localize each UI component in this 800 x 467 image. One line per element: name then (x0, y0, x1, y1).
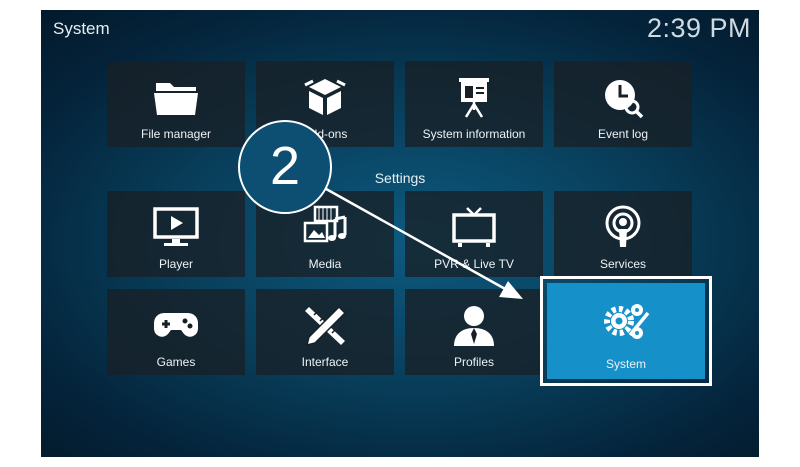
media-icon (303, 205, 347, 243)
presentation-icon (459, 78, 489, 118)
tile-games[interactable]: Games (107, 289, 245, 375)
tile-label: PVR & Live TV (434, 257, 514, 271)
step-number-badge: 2 (238, 120, 332, 214)
gamepad-icon (154, 313, 198, 337)
tile-system[interactable]: System (547, 283, 705, 379)
monitor-play-icon (153, 207, 199, 246)
tile-label: Media (308, 257, 342, 271)
tile-services[interactable]: Services (554, 191, 692, 277)
tile-interface[interactable]: Interface (256, 289, 394, 375)
tile-label: Interface (301, 355, 349, 369)
tile-system-information[interactable]: System information (405, 61, 543, 147)
tile-label: System information (422, 127, 526, 141)
clock: 2:39 PM (646, 13, 751, 43)
tile-label: Player (158, 257, 193, 271)
tile-label: Event log (597, 127, 649, 141)
folder-icon (154, 83, 198, 115)
pencil-ruler-icon (305, 305, 347, 347)
tile-label: Services (599, 257, 646, 271)
tile-label: Games (156, 355, 196, 369)
tile-pvr-live-tv[interactable]: PVR & Live TV (405, 191, 543, 277)
tile-label: Profiles (453, 355, 494, 369)
tile-profiles[interactable]: Profiles (405, 289, 543, 375)
kodi-screen: System 2:39 PM File manager Add-ons Syst… (41, 10, 759, 457)
tv-icon (452, 207, 496, 247)
tile-label: System (605, 357, 646, 371)
gears-icon (604, 304, 650, 339)
tile-event-log[interactable]: Event log (554, 61, 692, 147)
tile-file-manager[interactable]: File manager (107, 61, 245, 147)
window-title: System (53, 19, 110, 38)
box-icon (304, 79, 346, 115)
section-title: Settings (374, 170, 426, 186)
tile-label: File manager (140, 127, 212, 141)
user-icon (454, 306, 494, 346)
podcast-icon (605, 205, 641, 247)
tile-player[interactable]: Player (107, 191, 245, 277)
clock-search-icon (605, 80, 644, 119)
